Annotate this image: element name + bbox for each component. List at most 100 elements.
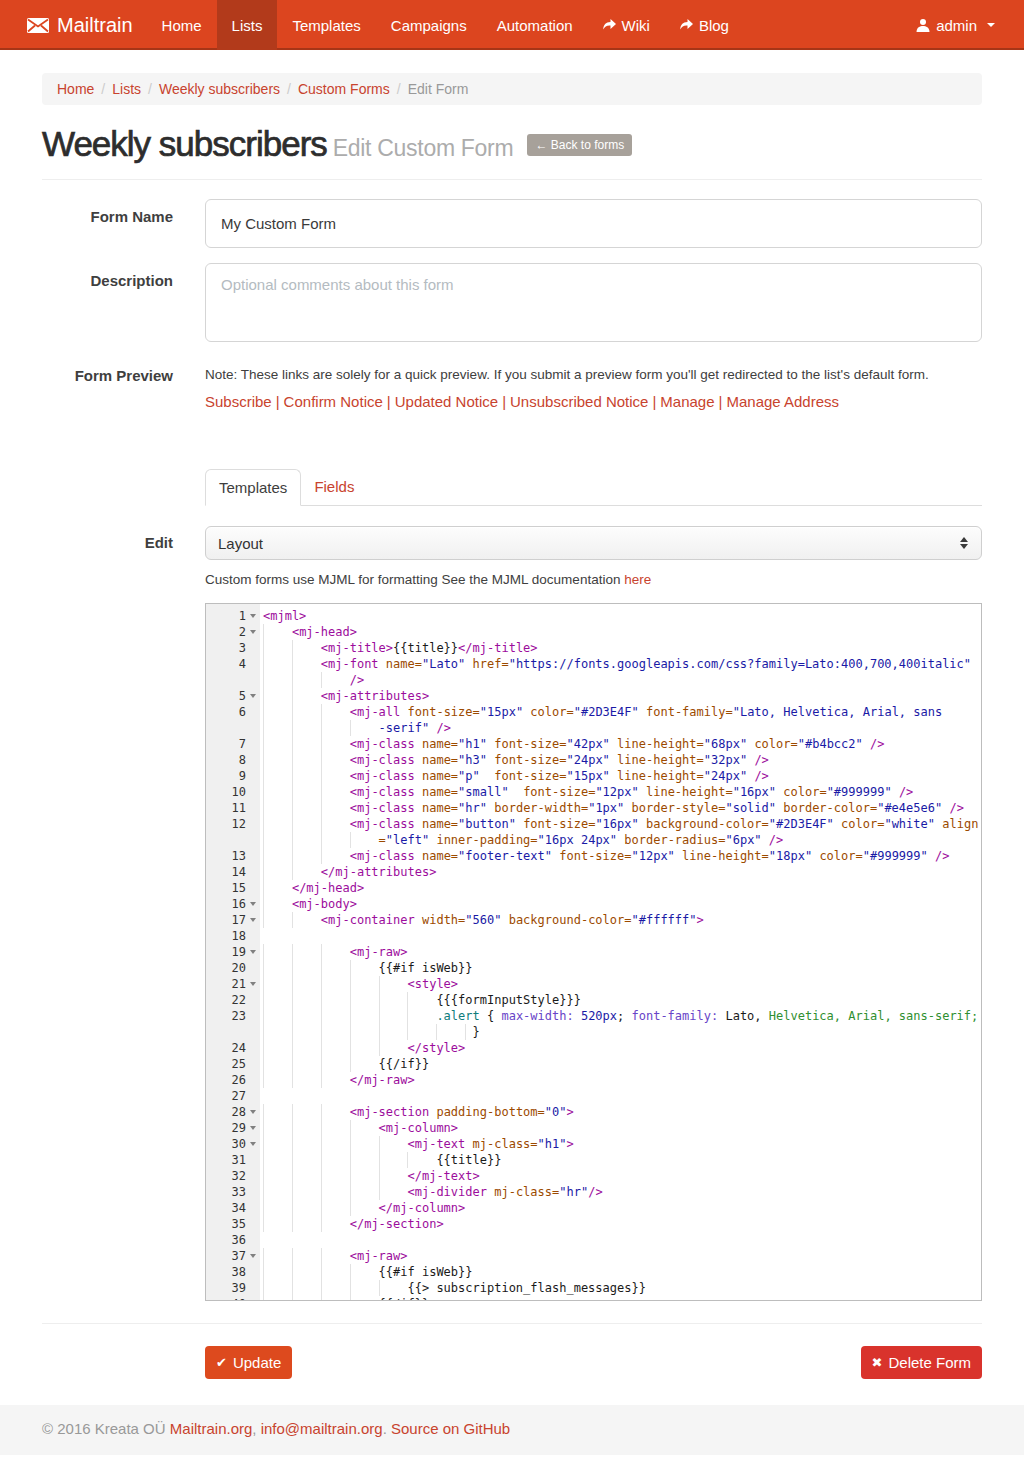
preview-link-subscribe[interactable]: Subscribe [205,393,272,410]
check-icon: ✔ [216,1355,227,1370]
edit-select[interactable]: Layout [205,526,982,560]
editor-line: /> [206,672,981,688]
divider [42,179,982,180]
page-subtitle: Edit Custom Form [333,135,514,161]
form-name-input[interactable] [205,199,982,248]
preview-link-updated-notice[interactable]: Updated Notice [395,393,498,410]
breadcrumb-home[interactable]: Home [57,81,94,97]
description-textarea[interactable] [205,263,982,342]
back-arrow-icon: ← [535,138,550,152]
mjml-doc-link[interactable]: here [624,572,651,587]
nav-item-lists[interactable]: Lists [217,0,278,50]
footer: © 2016 Kreata OÜ Mailtrain.org, info@mai… [0,1405,1024,1455]
tab-fields[interactable]: Fields [301,469,367,506]
editor-line: 34 </mj-column> [206,1200,981,1216]
brand[interactable]: Mailtrain [27,0,147,50]
editor-line: 5 <mj-attributes> [206,688,981,704]
nav-item-templates[interactable]: Templates [277,0,375,50]
description-label: Description [42,263,173,345]
editor-line: 16 <mj-body> [206,896,981,912]
nav-item-home[interactable]: Home [147,0,217,50]
code-editor[interactable]: 1<mjml>2 <mj-head>3 <mj-title>{{title}}<… [205,603,982,1301]
nav-item-blog[interactable]: Blog [665,0,744,50]
editor-line: 40 {{/if}} [206,1296,981,1301]
editor-line: 6 <mj-all font-size="15px" color="#2D3E4… [206,704,981,720]
editor-line: 36 [206,1232,981,1248]
share-arrow-icon [603,19,616,31]
editor-line: 20 {{#if isWeb}} [206,960,981,976]
back-to-forms-button[interactable]: ← Back to forms [527,134,632,156]
tab-templates[interactable]: Templates [205,469,301,506]
footer-link-email[interactable]: info@mailtrain.org [261,1420,383,1437]
editor-line: 35 </mj-section> [206,1216,981,1232]
delete-form-button[interactable]: ✖Delete Form [861,1346,982,1379]
footer-copyright: © 2016 Kreata OÜ [42,1420,166,1437]
edit-select-value: Layout [218,535,263,552]
user-label: admin [936,17,977,34]
form-preview-label: Form Preview [42,360,173,410]
editor-line: 1<mjml> [206,608,981,624]
editor-line: 25 {{/if}} [206,1056,981,1072]
preview-link-unsubscribed-notice[interactable]: Unsubscribed Notice [510,393,648,410]
editor-line: 18 [206,928,981,944]
editor-line: 11 <mj-class name="hr" border-width="1px… [206,800,981,816]
caret-down-icon [987,23,995,27]
breadcrumb-lists[interactable]: Lists [112,81,141,97]
preview-link-confirm-notice[interactable]: Confirm Notice [284,393,383,410]
editor-line: 13 <mj-class name="footer-text" font-siz… [206,848,981,864]
mjml-help: Custom forms use MJML for formatting See… [205,572,982,587]
editor-line: 3 <mj-title>{{title}}</mj-title> [206,640,981,656]
editor-line: 22 {{{formInputStyle}}} [206,992,981,1008]
editor-line: 15 </mj-head> [206,880,981,896]
editor-line: 19 <mj-raw> [206,944,981,960]
editor-line: 27 [206,1088,981,1104]
preview-link-manage[interactable]: Manage [660,393,714,410]
breadcrumb-weekly-subscribers[interactable]: Weekly subscribers [159,81,280,97]
editor-line: 12 <mj-class name="button" font-size="16… [206,816,981,832]
editor-line: 26 </mj-raw> [206,1072,981,1088]
editor-line: 32 </mj-text> [206,1168,981,1184]
editor-line: 24 </style> [206,1040,981,1056]
editor-line: 31 {{title}} [206,1152,981,1168]
editor-line: 23 .alert { max-width: 520px; font-famil… [206,1008,981,1024]
nav-items: HomeListsTemplatesCampaignsAutomationWik… [147,0,915,50]
editor-line: 8 <mj-class name="h3" font-size="24px" l… [206,752,981,768]
envelope-icon [27,18,49,33]
page-title: Weekly subscribersEdit Custom Form [42,124,513,163]
footer-link-github[interactable]: Source on GitHub [391,1420,510,1437]
preview-note: Note: These links are solely for a quick… [205,367,982,383]
select-arrows-icon [960,537,968,549]
editor-line: } [206,1024,981,1040]
nav-item-campaigns[interactable]: Campaigns [376,0,482,50]
editor-line: 38 {{#if isWeb}} [206,1264,981,1280]
user-icon [916,18,930,32]
breadcrumb: Home/Lists/Weekly subscribers/Custom For… [42,73,982,105]
user-menu[interactable]: admin [914,0,997,50]
breadcrumb-edit-form: Edit Form [408,81,469,97]
editor-line: -serif" /> [206,720,981,736]
editor-line: 17 <mj-container width="560" background-… [206,912,981,928]
x-icon: ✖ [872,1355,883,1370]
editor-line: 39 {{> subscription_flash_messages}} [206,1280,981,1296]
editor-line: 21 <style> [206,976,981,992]
editor-line: 33 <mj-divider mj-class="hr"/> [206,1184,981,1200]
navbar: Mailtrain HomeListsTemplatesCampaignsAut… [0,0,1024,50]
breadcrumb-custom-forms[interactable]: Custom Forms [298,81,390,97]
editor-line: 14 </mj-attributes> [206,864,981,880]
nav-item-automation[interactable]: Automation [482,0,588,50]
editor-line: 7 <mj-class name="h1" font-size="42px" l… [206,736,981,752]
editor-line: ="left" inner-padding="16px 24px" border… [206,832,981,848]
footer-link-mailtrain[interactable]: Mailtrain.org [170,1420,253,1437]
nav-item-wiki[interactable]: Wiki [588,0,665,50]
preview-link-manage-address[interactable]: Manage Address [726,393,839,410]
editor-line: 9 <mj-class name="p" font-size="15px" li… [206,768,981,784]
update-button[interactable]: ✔Update [205,1346,292,1379]
editor-line: 4 <mj-font name="Lato" href="https://fon… [206,656,981,672]
editor-line: 29 <mj-column> [206,1120,981,1136]
brand-label: Mailtrain [57,14,133,37]
edit-label: Edit [42,526,173,1301]
divider [42,1323,982,1324]
form-name-label: Form Name [42,199,173,248]
tabs: TemplatesFields [205,469,982,506]
preview-links: Subscribe|Confirm Notice|Updated Notice|… [205,393,982,410]
